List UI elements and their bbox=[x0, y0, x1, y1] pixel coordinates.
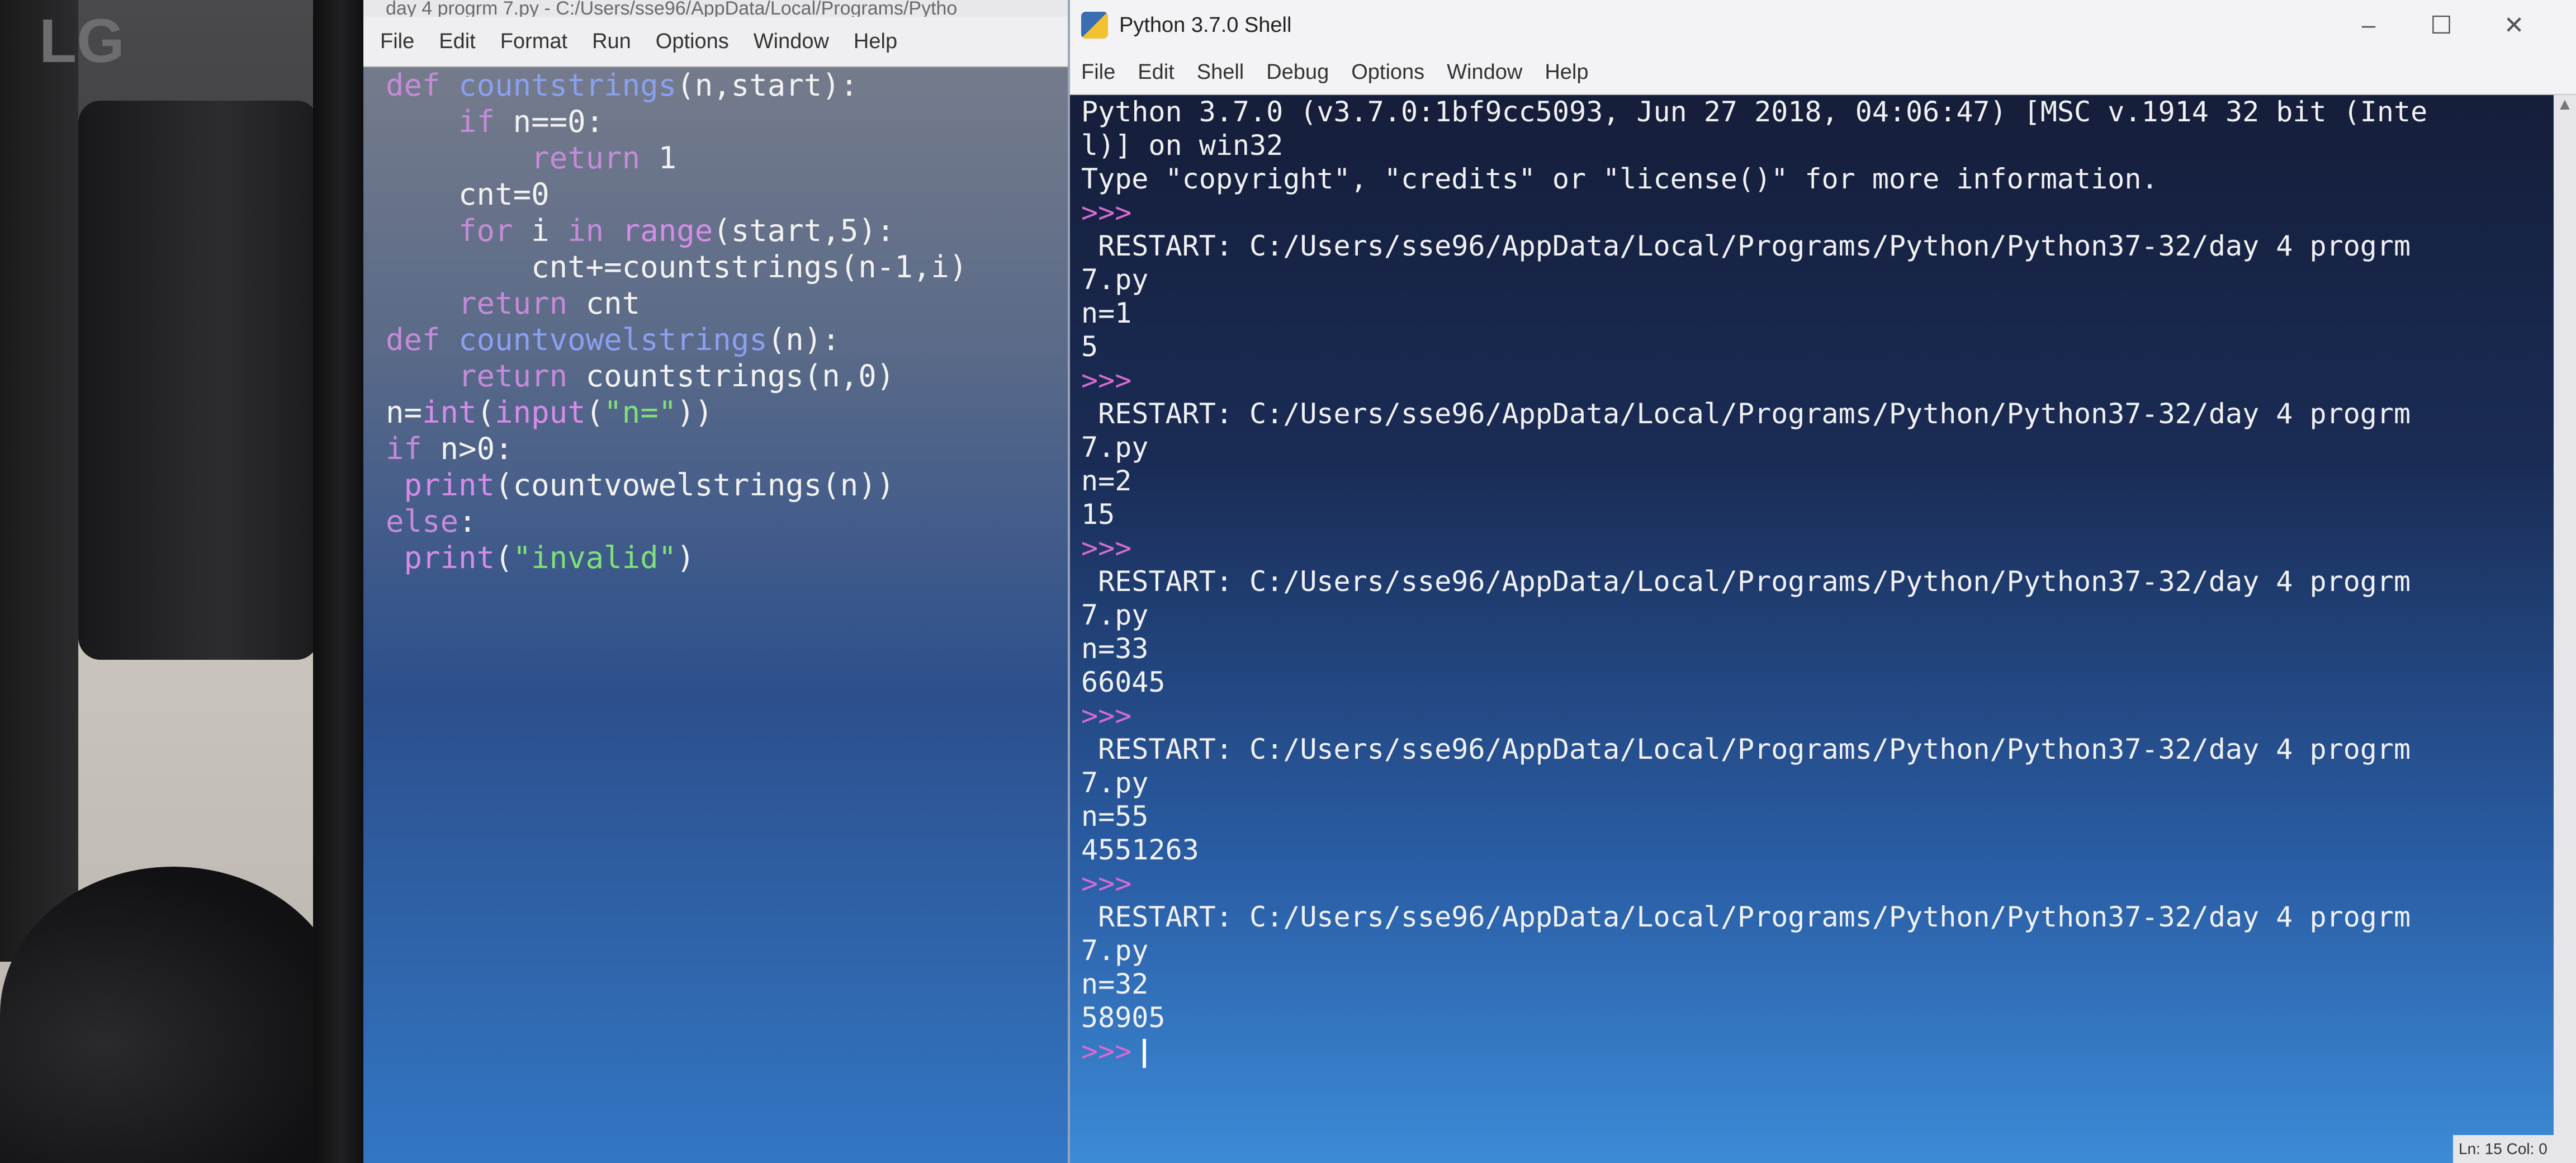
console-line: 7.py bbox=[1081, 934, 1149, 967]
code-line: cnt+=countstrings(n-1,i) bbox=[386, 249, 968, 285]
shell-menubar: File Edit Shell Debug Options Window Hel… bbox=[1070, 50, 2576, 95]
editor-menu-run[interactable]: Run bbox=[592, 30, 631, 54]
shell-input-line[interactable]: >>> bbox=[1081, 1034, 2535, 1068]
code-line: n=int(input("n=")) bbox=[386, 395, 713, 430]
console-line: RESTART: C:/Users/sse96/AppData/Local/Pr… bbox=[1081, 230, 2411, 262]
window-controls: – ☐ ✕ bbox=[2332, 0, 2550, 50]
console-line: RESTART: C:/Users/sse96/AppData/Local/Pr… bbox=[1081, 565, 2411, 598]
shell-prompt: >>> bbox=[1081, 364, 1132, 396]
code-line: else: bbox=[386, 504, 477, 539]
shell-menu-help[interactable]: Help bbox=[1545, 60, 1588, 84]
editor-menubar: File Edit Format Run Options Window Help bbox=[363, 17, 1068, 67]
code-line: def countstrings(n,start): bbox=[386, 68, 859, 103]
shell-menu-file[interactable]: File bbox=[1081, 60, 1115, 84]
code-line: return countstrings(n,0) bbox=[458, 358, 895, 394]
console-line: 7.py bbox=[1081, 431, 1149, 464]
editor-menu-file[interactable]: File bbox=[380, 30, 414, 54]
maximize-button[interactable]: ☐ bbox=[2405, 11, 2478, 40]
text-cursor bbox=[1143, 1038, 1147, 1068]
console-line: Type "copyright", "credits" or "license(… bbox=[1081, 163, 2158, 195]
shell-titlebar[interactable]: Python 3.7.0 Shell – ☐ ✕ bbox=[1070, 0, 2576, 50]
editor-menu-help[interactable]: Help bbox=[854, 30, 897, 54]
monitor-stand bbox=[0, 867, 347, 1163]
console-line: n=1 bbox=[1081, 297, 1132, 329]
shell-scrollbar[interactable]: ▲ bbox=[2554, 95, 2576, 1135]
editor-menu-window[interactable]: Window bbox=[754, 30, 829, 54]
code-line: return cnt bbox=[458, 286, 641, 321]
console-line: 58905 bbox=[1081, 1001, 1166, 1034]
minimize-button[interactable]: – bbox=[2332, 11, 2405, 39]
console-line: RESTART: C:/Users/sse96/AppData/Local/Pr… bbox=[1081, 901, 2411, 933]
console-line: l)] on win32 bbox=[1081, 129, 1284, 162]
shell-prompt: >>> bbox=[1081, 196, 1132, 229]
shell-prompt: >>> bbox=[1081, 1035, 1132, 1067]
code-line: for i in range(start,5): bbox=[458, 213, 895, 248]
shell-menu-edit[interactable]: Edit bbox=[1138, 60, 1174, 84]
shell-prompt: >>> bbox=[1081, 532, 1132, 564]
shell-window: Python 3.7.0 Shell – ☐ ✕ File Edit Shell… bbox=[1068, 0, 2576, 1163]
editor-title: day 4 progrm 7.py - C:/Users/sse96/AppDa… bbox=[363, 0, 1068, 17]
monitor-bezel bbox=[313, 0, 369, 1163]
code-line: cnt=0 bbox=[386, 177, 550, 212]
shell-prompt: >>> bbox=[1081, 867, 1132, 900]
console-line: 4551263 bbox=[1081, 834, 1199, 866]
console-line: RESTART: C:/Users/sse96/AppData/Local/Pr… bbox=[1081, 398, 2411, 430]
code-line: if n>0: bbox=[386, 431, 513, 466]
close-button[interactable]: ✕ bbox=[2478, 11, 2550, 40]
code-line: print("invalid") bbox=[404, 540, 695, 575]
python-icon bbox=[1081, 12, 1108, 39]
console-line: 5 bbox=[1081, 330, 1098, 363]
editor-menu-format[interactable]: Format bbox=[500, 30, 567, 54]
shell-prompt: >>> bbox=[1081, 699, 1132, 732]
code-line: def countvowelstrings(n): bbox=[386, 322, 840, 357]
screen: day 4 progrm 7.py - C:/Users/sse96/AppDa… bbox=[363, 0, 2576, 1163]
console-line: RESTART: C:/Users/sse96/AppData/Local/Pr… bbox=[1081, 733, 2411, 765]
code-line: return 1 bbox=[531, 140, 677, 176]
shell-menu-window[interactable]: Window bbox=[1447, 60, 1522, 84]
console-line: 7.py bbox=[1081, 263, 1149, 296]
console-line: 7.py bbox=[1081, 599, 1149, 631]
shell-title: Python 3.7.0 Shell bbox=[1119, 13, 1292, 37]
console-line: n=55 bbox=[1081, 800, 1149, 833]
shell-menu-options[interactable]: Options bbox=[1351, 60, 1424, 84]
console-line: 66045 bbox=[1081, 666, 1166, 698]
code-line: if n==0: bbox=[458, 104, 604, 139]
editor-menu-options[interactable]: Options bbox=[656, 30, 729, 54]
computer-tower bbox=[78, 101, 319, 660]
editor-window: day 4 progrm 7.py - C:/Users/sse96/AppDa… bbox=[363, 0, 1068, 1163]
console-line: n=33 bbox=[1081, 632, 1149, 665]
code-line: print(countvowelstrings(n)) bbox=[404, 467, 895, 503]
status-bar: Ln: 15 Col: 0 bbox=[2453, 1135, 2576, 1163]
shell-console[interactable]: Python 3.7.0 (v3.7.0:1bf9cc5093, Jun 27 … bbox=[1081, 95, 2535, 1068]
console-line: n=32 bbox=[1081, 968, 1149, 1000]
console-line: Python 3.7.0 (v3.7.0:1bf9cc5093, Jun 27 … bbox=[1081, 96, 2428, 128]
monitor-brand-logo: LG bbox=[39, 7, 125, 75]
console-line: 7.py bbox=[1081, 767, 1149, 799]
editor-menu-edit[interactable]: Edit bbox=[439, 30, 475, 54]
secondary-monitor: LG bbox=[0, 0, 125, 962]
shell-menu-debug[interactable]: Debug bbox=[1266, 60, 1329, 84]
console-line: n=2 bbox=[1081, 465, 1132, 497]
code-editor[interactable]: def countstrings(n,start): if n==0: retu… bbox=[386, 67, 1057, 576]
scroll-up-icon[interactable]: ▲ bbox=[2554, 95, 2576, 117]
shell-menu-shell[interactable]: Shell bbox=[1197, 60, 1244, 84]
console-line: 15 bbox=[1081, 498, 1115, 531]
